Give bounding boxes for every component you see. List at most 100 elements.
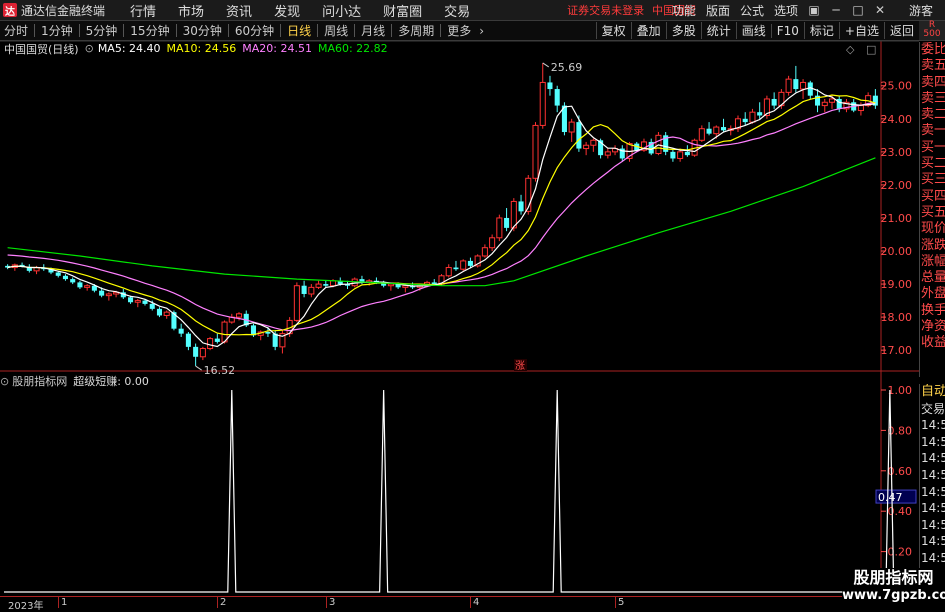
quote-panel-item: 买二 [921,156,945,172]
chevron-right-icon[interactable]: › [475,24,488,38]
r500-badge[interactable]: R 500 [919,21,945,40]
btn-fuquan[interactable]: 复权 [595,22,631,39]
price-tick-label: 25.00 [881,80,913,93]
candle-body-up [293,285,300,321]
candle-body-down [771,98,777,106]
period-multi[interactable]: 多周期 [394,22,438,39]
menu-banmian[interactable]: 版面 [706,2,730,19]
candle-body-up [113,291,120,295]
menu-xuanxiang[interactable]: 选项 [774,2,798,19]
candle-body-down [742,118,748,123]
quote-panel-item: 卖五 [921,58,945,74]
candle-body-down [648,141,654,154]
divider [78,24,80,37]
price-tick-label: 20.00 [881,245,913,258]
divider [227,24,229,37]
indicator-tick-label: 0.40 [888,505,913,518]
quote-panel-item: 卖四 [921,74,945,90]
chart-area[interactable]: 17.0018.0019.0020.0021.0022.0023.0024.00… [0,0,945,609]
btn-add-watchlist[interactable]: +自选 [838,22,884,39]
candle-body-down [670,151,676,159]
divider [34,24,36,37]
candle-body-down [467,260,473,266]
skin-icon[interactable]: ▣ [803,3,825,17]
candle-body-down [178,328,184,334]
menu-gongshi[interactable]: 公式 [740,2,764,19]
price-axis: 17.00 18.00 19.00 20.00 21.00 22.00 23.00 24.00… [881,80,913,357]
period-30min[interactable]: 30分钟 [179,22,226,39]
quote-panel-item: 委比 [921,42,945,57]
candle-body-down [598,140,604,156]
ma5-label: MA5: 24.40 [97,42,161,55]
close-icon[interactable]: ✕ [869,3,891,17]
quote-panel-item: 买四 [921,188,945,204]
minimize-icon[interactable]: ─ [825,3,847,17]
divider [440,24,442,37]
menu-zixun[interactable]: 资讯 [226,1,252,20]
quote-panel-item: 卖三 [921,90,945,106]
btn-f10[interactable]: F10 [770,23,804,38]
indicator-name[interactable]: 股朋指标网 [12,373,67,389]
period-daily[interactable]: 日线 [283,22,315,39]
candle-body-down [807,82,813,96]
menu-faxian[interactable]: 发现 [274,1,300,20]
quote-panel-item: 涨跌 [921,237,945,253]
menu-gongneng[interactable]: 功能 [672,2,696,19]
candle-body-up [857,105,864,112]
candle-body-up [583,144,590,150]
dropdown-icon[interactable]: ⊙ [85,42,94,55]
period-more[interactable]: 更多 [443,22,475,39]
menu-hangqing[interactable]: 行情 [130,1,156,20]
candle-body-up [308,286,315,295]
chart-title: 中国国贸(日线) [4,42,79,56]
trade-login-notice[interactable]: 证券交易未登录 [567,2,644,18]
divider [391,24,393,37]
maximize-icon[interactable]: □ [847,3,869,17]
menu-caifuquan[interactable]: 财富圈 [383,1,422,20]
period-15min[interactable]: 15分钟 [126,22,173,39]
indicator-dropdown-icon[interactable]: ⊙ [0,375,9,388]
trade-panel-item: 14:56 [921,517,945,532]
marker-label: 涨 [515,360,525,372]
diamond-icon[interactable]: ◇ [846,43,854,56]
expand-icon[interactable]: □ [866,43,876,56]
date-tick-label: 2023年 [8,601,44,612]
candle-body-down [395,284,401,288]
period-toolbar: 分时 1分钟 5分钟 15分钟 30分钟 60分钟 日线 周线 月线 多周期 更… [0,21,945,41]
btn-huaxian[interactable]: 画线 [735,22,771,39]
quote-panel-item: 总量 [921,270,945,286]
period-60min[interactable]: 60分钟 [231,22,278,39]
candle-body-up [785,78,792,93]
btn-diejia[interactable]: 叠加 [630,22,666,39]
candle-body-up [612,148,619,153]
menu-wenxiaoda[interactable]: 问小达 [322,1,361,20]
candle-body-up [279,333,286,348]
candle-body-up [640,141,648,151]
period-monthly[interactable]: 月线 [357,22,389,39]
period-1min[interactable]: 1分钟 [37,22,77,39]
candle-body-up [568,121,575,133]
menu-jiaoyi[interactable]: 交易 [444,1,470,20]
candle-body-up [424,281,431,287]
guest-user[interactable]: 游客 [909,2,933,19]
btn-biaoji[interactable]: 标记 [803,22,839,39]
trade-panel-item[interactable]: 自动 [920,384,945,401]
indicator-tick-label: 0.80 [888,424,913,437]
period-5min[interactable]: 5分钟 [82,22,122,39]
indicator-header: ⊙ 股朋指标网 超级短赚: 0.00 [0,373,149,389]
candle-body-down [19,264,25,267]
btn-duogu[interactable]: 多股 [665,22,701,39]
quote-panel-item: 涨幅 [921,253,945,269]
btn-back[interactable]: 返回 [883,22,919,39]
period-weekly[interactable]: 周线 [320,22,352,39]
quote-panel-item: 卖一 [921,123,945,139]
menu-shichang[interactable]: 市场 [178,1,204,20]
candle-body-down [373,280,379,283]
candle-body-down [337,280,343,285]
indicator-tick-label: 0.20 [888,546,913,559]
btn-tongji[interactable]: 统计 [700,22,736,39]
candle-body-down [323,284,329,286]
low-arrow [195,365,202,371]
period-fenshi[interactable]: 分时 [0,22,32,39]
candle-body-up [105,293,112,297]
